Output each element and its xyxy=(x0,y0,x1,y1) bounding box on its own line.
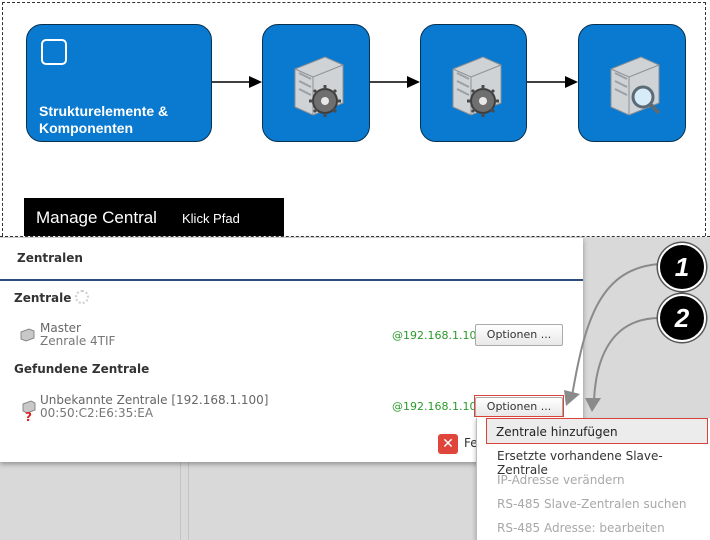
callout-2: 2 xyxy=(658,294,706,342)
callout-arrows xyxy=(564,263,661,412)
callout-arrowhead-2 xyxy=(585,398,601,412)
callout-arrowhead-1 xyxy=(564,390,580,406)
callout-arrow-1 xyxy=(571,263,661,397)
callout-1: 1 xyxy=(658,243,706,291)
callout-arrow-2 xyxy=(593,317,661,401)
